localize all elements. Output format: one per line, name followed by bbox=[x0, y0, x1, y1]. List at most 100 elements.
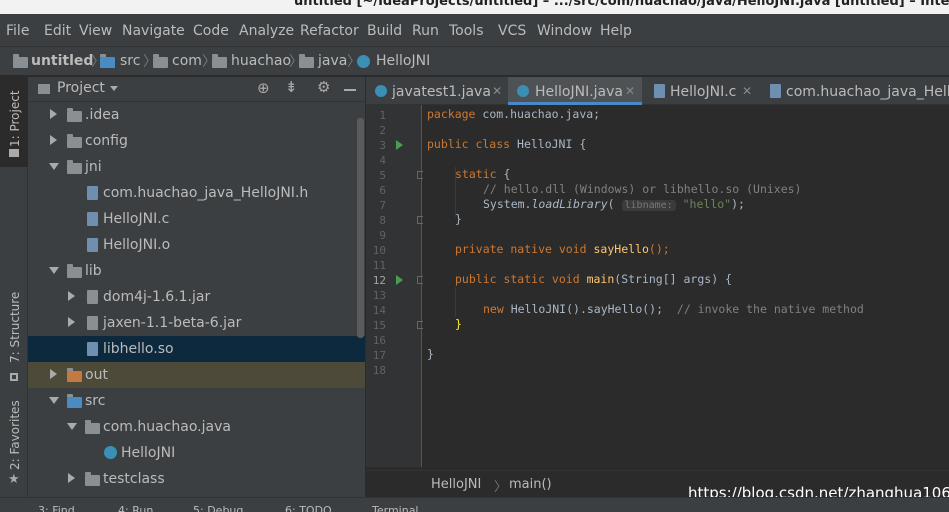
left-tool-strip: 1: Project 7: Structure 2: Favorites ★ bbox=[0, 77, 28, 497]
menu-file[interactable]: File bbox=[6, 23, 29, 39]
tree-item-dom4j-jar[interactable]: dom4j-1.6.1.jar bbox=[28, 284, 365, 310]
chevron-right-icon[interactable] bbox=[50, 369, 57, 379]
menu-edit[interactable]: Edit bbox=[44, 23, 71, 39]
breadcrumb-java[interactable]: java bbox=[318, 53, 347, 69]
chevron-down-icon[interactable] bbox=[110, 86, 118, 91]
tree-item-idea[interactable]: .idea bbox=[28, 102, 365, 128]
chevron-right-icon[interactable] bbox=[50, 109, 57, 119]
window-title-bar: untitled [~/IdeaProjects/untitled] – ...… bbox=[0, 0, 949, 14]
code-text: System. bbox=[483, 197, 532, 211]
tree-item-c-file[interactable]: HelloJNI.c bbox=[28, 206, 365, 232]
menu-code[interactable]: Code bbox=[193, 23, 229, 39]
tree-item-libhello-so[interactable]: libhello.so bbox=[28, 336, 365, 362]
debug-tool-button[interactable]: 5: Debug bbox=[193, 504, 243, 512]
code-editor[interactable]: package com.huachao.java; public class H… bbox=[423, 105, 949, 467]
favorites-tool-tab[interactable]: 2: Favorites ★ bbox=[0, 392, 28, 492]
tree-item-package[interactable]: com.huachao.java bbox=[28, 414, 365, 440]
tree-item-label: out bbox=[85, 367, 108, 383]
menu-refactor[interactable]: Refactor bbox=[300, 23, 359, 39]
tab-hellojni-java[interactable]: HelloJNI.java ✕ bbox=[508, 77, 642, 105]
line-number: 10 bbox=[372, 244, 386, 257]
breadcrumb-src[interactable]: src bbox=[120, 53, 140, 69]
package-folder-icon bbox=[299, 54, 314, 68]
menu-tools[interactable]: Tools bbox=[449, 23, 484, 39]
tab-javatest1[interactable]: javatest1.java ✕ bbox=[366, 77, 508, 105]
code-text: ( bbox=[607, 197, 615, 211]
menu-run[interactable]: Run bbox=[412, 23, 439, 39]
menu-window[interactable]: Window bbox=[537, 23, 592, 39]
code-keyword: public class bbox=[427, 137, 511, 151]
tree-item-hellojni-class[interactable]: HelloJNI bbox=[28, 440, 365, 466]
code-method: main bbox=[586, 272, 615, 286]
chevron-down-icon[interactable] bbox=[49, 163, 59, 170]
chevron-down-icon[interactable] bbox=[49, 267, 59, 274]
chevron-down-icon[interactable] bbox=[49, 397, 59, 404]
chevron-right-icon[interactable] bbox=[50, 135, 57, 145]
locate-icon[interactable]: ⊕ bbox=[257, 79, 270, 97]
folder-icon bbox=[67, 108, 82, 122]
project-panel-title[interactable]: Project bbox=[57, 80, 105, 96]
close-icon[interactable]: ✕ bbox=[625, 84, 635, 98]
chevron-right-icon[interactable] bbox=[68, 317, 75, 327]
menu-help[interactable]: Help bbox=[600, 23, 632, 39]
code-line: public static void main(String[] args) { bbox=[455, 272, 732, 286]
tree-item-label: dom4j-1.6.1.jar bbox=[103, 289, 211, 305]
menu-vcs[interactable]: VCS bbox=[498, 23, 526, 39]
run-main-icon[interactable] bbox=[396, 275, 403, 285]
tree-item-lib[interactable]: lib bbox=[28, 258, 365, 284]
header-file-icon bbox=[87, 186, 98, 200]
breadcrumb-hellojni[interactable]: HelloJNI bbox=[376, 53, 430, 69]
tree-item-src[interactable]: src bbox=[28, 388, 365, 414]
run-tool-button[interactable]: 4: Run bbox=[118, 504, 153, 512]
folder-icon bbox=[67, 264, 82, 278]
chevron-right-icon[interactable] bbox=[68, 473, 75, 483]
object-file-icon bbox=[87, 238, 98, 252]
structure-tool-tab[interactable]: 7: Structure bbox=[0, 287, 28, 387]
gear-icon[interactable]: ⚙ bbox=[317, 78, 330, 96]
tab-label: HelloJNI.java bbox=[535, 84, 623, 100]
tree-item-testclass[interactable]: testclass bbox=[28, 466, 365, 492]
project-tree-scrollbar[interactable] bbox=[357, 118, 364, 338]
line-number: 12 bbox=[372, 274, 386, 287]
tree-item-jaxen-jar[interactable]: jaxen-1.1-beta-6.jar bbox=[28, 310, 365, 336]
code-method: loadLibrary bbox=[531, 197, 608, 211]
line-number: 3 bbox=[379, 139, 386, 152]
tree-item-label: jni bbox=[85, 159, 102, 175]
tree-item-out[interactable]: out bbox=[28, 362, 365, 388]
project-folder-icon bbox=[13, 54, 28, 68]
breadcrumb-com[interactable]: com bbox=[172, 53, 202, 69]
terminal-tool-button[interactable]: Terminal bbox=[372, 504, 419, 512]
tab-hellojni-c[interactable]: HelloJNI.c ✕ bbox=[642, 77, 759, 105]
breadcrumb-untitled[interactable]: untitled bbox=[31, 53, 93, 69]
code-text: HelloJNI().sayHello(); bbox=[503, 302, 664, 316]
menu-view[interactable]: View bbox=[79, 23, 112, 39]
menu-analyze[interactable]: Analyze bbox=[239, 23, 294, 39]
collapse-all-icon[interactable]: ⇟ bbox=[285, 78, 298, 96]
editor-tabs: javatest1.java ✕ HelloJNI.java ✕ HelloJN… bbox=[366, 77, 949, 105]
tree-item-object-file[interactable]: HelloJNI.o bbox=[28, 232, 365, 258]
tree-item-label: HelloJNI.o bbox=[103, 237, 171, 253]
chevron-down-icon[interactable] bbox=[67, 423, 77, 430]
tree-item-label: com.huachao.java bbox=[103, 419, 231, 435]
line-number: 8 bbox=[379, 214, 386, 227]
tab-header-file[interactable]: com.huachao_java_HelloJ bbox=[759, 77, 949, 105]
tree-item-jni[interactable]: jni bbox=[28, 154, 365, 180]
line-number: 18 bbox=[372, 364, 386, 377]
breadcrumb-class[interactable]: HelloJNI bbox=[431, 477, 481, 492]
breadcrumb-huachao[interactable]: huachao bbox=[231, 53, 291, 69]
project-tool-tab[interactable]: 1: Project bbox=[0, 77, 28, 167]
menu-build[interactable]: Build bbox=[367, 23, 402, 39]
menu-navigate[interactable]: Navigate bbox=[122, 23, 185, 39]
code-keyword: static bbox=[455, 167, 497, 181]
find-tool-button[interactable]: 3: Find bbox=[38, 504, 75, 512]
close-icon[interactable]: ✕ bbox=[742, 84, 752, 98]
tree-item-header-file[interactable]: com.huachao_java_HelloJNI.h bbox=[28, 180, 365, 206]
chevron-right-icon[interactable] bbox=[68, 291, 75, 301]
run-class-icon[interactable] bbox=[396, 140, 403, 150]
todo-tool-button[interactable]: 6: TODO bbox=[285, 504, 332, 512]
breadcrumb-method[interactable]: main() bbox=[509, 477, 552, 492]
close-icon[interactable]: ✕ bbox=[492, 84, 502, 98]
line-number: 14 bbox=[372, 304, 386, 317]
tree-item-config[interactable]: config bbox=[28, 128, 365, 154]
minimize-icon[interactable] bbox=[344, 89, 356, 91]
